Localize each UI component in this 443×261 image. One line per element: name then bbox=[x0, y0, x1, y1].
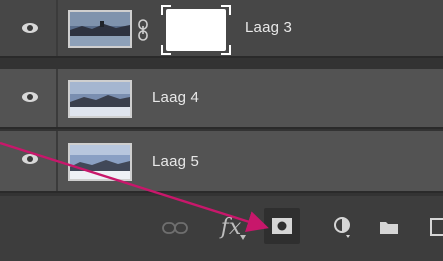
layer-name[interactable]: Laag 3 bbox=[245, 19, 292, 36]
new-layer-button[interactable] bbox=[424, 212, 443, 242]
layer-row-laag-5[interactable]: Laag 5 bbox=[0, 131, 443, 193]
layer-thumbnail[interactable] bbox=[68, 80, 132, 118]
landscape-thumbnail-image bbox=[70, 82, 130, 116]
visibility-cell[interactable] bbox=[0, 0, 58, 56]
adjustment-layer-button[interactable] bbox=[328, 212, 358, 242]
new-layer-icon bbox=[430, 218, 443, 236]
eye-icon[interactable] bbox=[21, 22, 39, 34]
layer-name[interactable]: Laag 4 bbox=[152, 89, 199, 106]
add-layer-mask-icon bbox=[272, 218, 292, 234]
landscape-thumbnail-image bbox=[70, 12, 130, 46]
fx-icon: fx bbox=[220, 214, 242, 240]
eye-icon[interactable] bbox=[21, 91, 39, 103]
add-layer-mask-button[interactable] bbox=[264, 208, 300, 244]
new-group-folder-icon bbox=[380, 222, 398, 234]
visibility-cell[interactable] bbox=[0, 69, 58, 127]
mask-white-fill bbox=[166, 9, 226, 51]
layer-row-laag-3[interactable]: Laag 3 bbox=[0, 0, 443, 58]
visibility-cell[interactable] bbox=[0, 131, 58, 191]
landscape-thumbnail-image bbox=[70, 145, 130, 179]
layer-row-laag-4[interactable]: Laag 4 bbox=[0, 69, 443, 129]
link-layers-icon bbox=[162, 222, 188, 234]
add-layer-style-button[interactable]: fx bbox=[214, 210, 248, 244]
eye-icon[interactable] bbox=[21, 153, 39, 165]
link-layers-button[interactable] bbox=[160, 216, 190, 240]
new-group-button[interactable] bbox=[374, 212, 404, 242]
layer-thumbnail[interactable] bbox=[68, 10, 132, 48]
layer-thumbnail[interactable] bbox=[68, 143, 132, 181]
layers-panel: Laag 3 Laag 4 Laag 5 fx bbox=[0, 0, 443, 261]
layer-mask-thumbnail[interactable] bbox=[161, 5, 231, 55]
dropdown-triangle-icon bbox=[240, 235, 246, 240]
adjustment-layer-icon bbox=[334, 217, 350, 238]
mask-link-chain-icon[interactable] bbox=[137, 19, 149, 41]
layer-name[interactable]: Laag 5 bbox=[152, 153, 199, 170]
layers-panel-toolbar: fx bbox=[0, 196, 443, 261]
